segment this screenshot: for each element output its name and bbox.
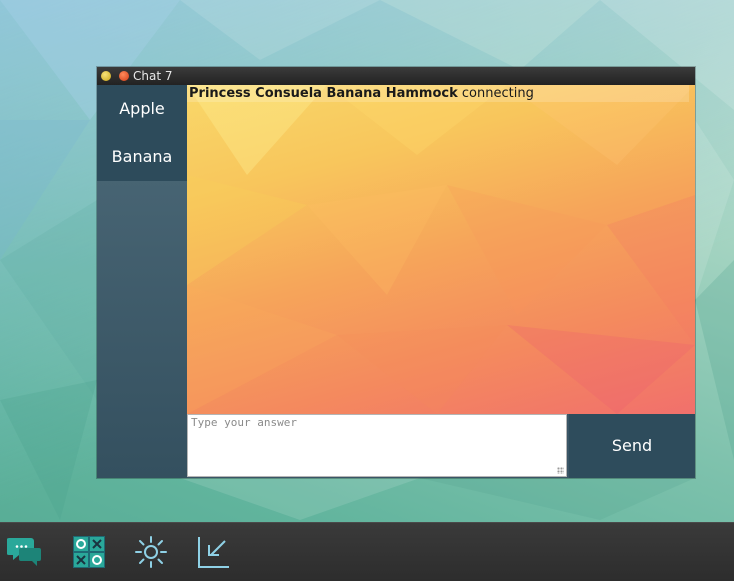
chat-message: Princess Consuela Banana Hammock connect…: [187, 85, 689, 102]
answer-input[interactable]: [188, 415, 566, 476]
window-title: Chat 7: [133, 69, 173, 83]
sidebar-item-banana[interactable]: Banana: [97, 133, 187, 181]
tic-tac-toe-icon[interactable]: [72, 535, 106, 569]
message-sender: Princess Consuela Banana Hammock: [189, 86, 458, 101]
resize-grip-icon[interactable]: [557, 467, 564, 474]
chat-log: Princess Consuela Banana Hammock connect…: [187, 85, 695, 414]
answer-input-box: [187, 414, 567, 477]
message-text: connecting: [461, 86, 534, 101]
window-titlebar[interactable]: Chat 7: [97, 67, 695, 85]
minimize-arrow-icon[interactable]: [197, 535, 231, 569]
close-window-button[interactable]: [119, 71, 129, 81]
sidebar: Apple Banana: [97, 85, 187, 478]
sidebar-item-apple[interactable]: Apple: [97, 85, 187, 133]
chat-background: [187, 85, 695, 414]
sidebar-list: Apple Banana: [97, 85, 187, 181]
chat-window: Chat 7 Apple Banana Princess Consuela Ba…: [97, 67, 695, 478]
minimize-window-button[interactable]: [101, 71, 111, 81]
chat-icon[interactable]: [6, 535, 41, 569]
sun-icon[interactable]: [134, 535, 168, 569]
taskbar: [0, 522, 734, 581]
send-button[interactable]: Send: [569, 414, 695, 478]
